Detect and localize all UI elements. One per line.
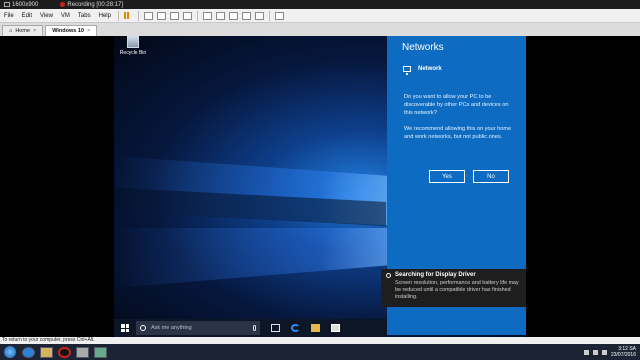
toolbar-separator (196, 10, 198, 21)
yes-button[interactable]: Yes (429, 170, 465, 183)
menu-vm[interactable]: VM (57, 13, 74, 19)
snapshot-icon[interactable] (156, 11, 166, 20)
wallpaper-light (114, 228, 404, 288)
menu-edit[interactable]: Edit (18, 13, 36, 19)
tab-home[interactable]: ⌂ Home × (2, 25, 44, 36)
recycle-bin-label: Recycle Bin (119, 50, 147, 56)
recording-label: Recording [00:28:17] (67, 1, 124, 8)
settings-icon (386, 273, 391, 278)
resolution-label: 1600x900 (12, 1, 39, 8)
resolution-indicator[interactable]: 1600x900 (4, 2, 38, 8)
home-icon: ⌂ (9, 28, 13, 34)
driver-notification[interactable]: Searching for Display Driver Screen reso… (381, 269, 526, 307)
menu-view[interactable]: View (36, 13, 57, 19)
recycle-bin[interactable]: Recycle Bin (118, 36, 148, 56)
sidebar-toggle-icon[interactable] (202, 11, 212, 20)
record-icon (60, 2, 66, 7)
revert-snapshot-icon[interactable] (169, 11, 179, 20)
menubar: File Edit View VM Tabs Help (0, 9, 640, 23)
windows-explorer-icon[interactable] (40, 346, 53, 358)
tab-windows-10[interactable]: Windows 10 × (45, 25, 98, 36)
toolbar-separator (137, 10, 139, 21)
snapshot-manager-icon[interactable] (182, 11, 192, 20)
no-button[interactable]: No (473, 170, 509, 183)
recorder-bar: 1600x900 Recording [00:28:17] (0, 0, 640, 9)
tray-icon[interactable] (583, 349, 589, 355)
search-placeholder: Ask me anything (151, 325, 192, 331)
toolbar-separator (268, 10, 270, 21)
vmware-icon[interactable] (76, 346, 89, 358)
ethernet-icon (403, 66, 411, 75)
internet-explorer-icon[interactable] (22, 346, 35, 358)
menu-tabs[interactable]: Tabs (74, 13, 95, 19)
tab-bar: ⌂ Home × Windows 10 × (0, 23, 640, 36)
send-ctrl-alt-del-icon[interactable] (143, 11, 153, 20)
status-bar: To return to your computer, press Ctrl+A… (0, 337, 640, 344)
network-icon[interactable] (592, 349, 598, 355)
guest-taskbar: Ask me anything (114, 319, 387, 337)
pause-icon[interactable] (123, 11, 133, 20)
clock[interactable]: 3:12 SA 23/07/2016 (611, 346, 640, 358)
host-taskbar: 3:12 SA 23/07/2016 (0, 344, 640, 360)
close-icon[interactable]: × (33, 28, 36, 34)
tab-home-label: Home (15, 28, 30, 34)
image-viewer-icon[interactable] (94, 346, 107, 358)
unity-icon[interactable] (254, 11, 264, 20)
stretch-icon[interactable] (274, 11, 284, 20)
toolbar-separator (117, 10, 119, 21)
notification-body: Screen resolution, performance and batte… (395, 280, 519, 300)
screen-icon (4, 2, 10, 7)
notification-title: Searching for Display Driver (395, 272, 476, 278)
close-icon[interactable]: × (87, 28, 90, 34)
cortana-search-box[interactable]: Ask me anything (136, 321, 260, 335)
windows-start-icon[interactable] (121, 324, 129, 332)
discoverable-question: Do you want to allow your PC to be disco… (404, 94, 509, 116)
menu-help[interactable]: Help (95, 13, 115, 19)
fullscreen-icon[interactable] (241, 11, 251, 20)
volume-icon[interactable] (601, 349, 607, 355)
discoverable-recommendation: We recommend allowing this on your home … (404, 126, 512, 140)
clock-date: 23/07/2016 (610, 352, 636, 358)
networks-title: Networks (402, 42, 444, 53)
menu-file[interactable]: File (0, 13, 18, 19)
store-icon[interactable] (331, 324, 340, 332)
network-entry[interactable]: Network (403, 66, 442, 75)
recording-indicator[interactable]: Recording [00:28:17] (60, 2, 123, 8)
recycle-bin-icon (127, 36, 139, 48)
vm-screen[interactable]: Recycle Bin Networks Network Do you want… (114, 36, 526, 337)
network-name: Network (418, 66, 442, 72)
system-tray: 3:12 SA 23/07/2016 (583, 346, 640, 358)
cortana-icon (140, 325, 146, 331)
thumbnail-icon[interactable] (215, 11, 225, 20)
console-view-icon[interactable] (228, 11, 238, 20)
windows-orb-icon[interactable] (4, 346, 16, 358)
file-explorer-icon[interactable] (311, 324, 320, 332)
tab-windows-10-label: Windows 10 (52, 28, 84, 34)
task-view-icon[interactable] (271, 324, 280, 332)
microphone-icon[interactable] (253, 325, 256, 331)
edge-browser-icon[interactable] (291, 324, 300, 332)
screen-recorder-icon[interactable] (58, 346, 71, 358)
